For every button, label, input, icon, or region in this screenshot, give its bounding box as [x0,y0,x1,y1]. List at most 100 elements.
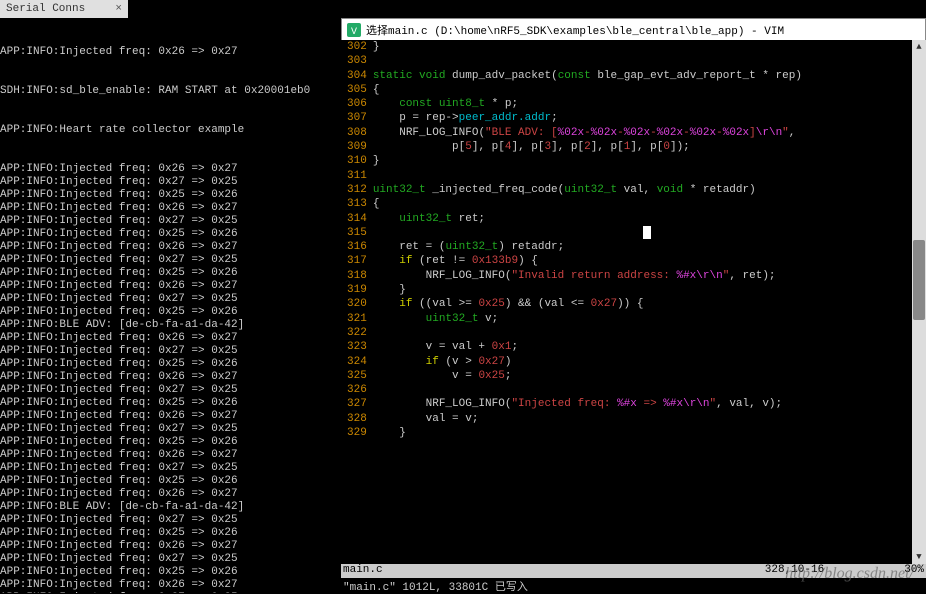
log-line: APP:INFO:Injected freq: 0x27 => 0x25 [0,384,341,397]
log-line: APP:INFO:Injected freq: 0x27 => 0x25 [0,215,341,228]
close-icon[interactable]: × [115,3,122,15]
line-number: 326 [347,383,367,397]
line-number: 303 [347,54,367,68]
code-line[interactable] [373,169,802,183]
vim-titlebar[interactable]: V 选择main.c (D:\home\nRF5_SDK\examples\bl… [341,18,926,40]
line-number: 302 [347,40,367,54]
code-line[interactable]: ret = (uint32_t) retaddr; [373,240,802,254]
code-content[interactable]: } static void dump_adv_packet(const ble_… [373,40,802,440]
code-line[interactable]: val = v; [373,412,802,426]
code-line[interactable] [373,226,802,240]
log-line: APP:INFO:Injected freq: 0x26 => 0x27 [0,488,341,501]
log-line: APP:INFO:Injected freq: 0x26 => 0x27 [0,280,341,293]
code-line[interactable]: if (v > 0x27) [373,355,802,369]
code-line[interactable]: { [373,197,802,211]
code-line[interactable]: { [373,83,802,97]
code-line[interactable] [373,383,802,397]
code-line[interactable] [373,54,802,68]
code-line[interactable]: v = 0x25; [373,369,802,383]
code-line[interactable]: NRF_LOG_INFO("Injected freq: %#x => %#x\… [373,397,802,411]
code-line[interactable]: v = val + 0x1; [373,340,802,354]
log-line: APP:INFO:Injected freq: 0x25 => 0x26 [0,436,341,449]
line-number: 314 [347,212,367,226]
log-line: APP:INFO:BLE ADV: [de-cb-fa-a1-da-42] [0,319,341,332]
code-line[interactable]: uint32_t _injected_freq_code(uint32_t va… [373,183,802,197]
scroll-up-icon[interactable]: ▲ [912,40,926,54]
tab-label: Serial Conns [6,3,85,15]
log-line: APP:INFO:Injected freq: 0x25 => 0x26 [0,475,341,488]
line-number: 317 [347,254,367,268]
line-number: 325 [347,369,367,383]
watermark-text: http://blog.csdn.net/ [785,565,914,583]
code-line[interactable]: } [373,154,802,168]
status-filename: main.c [343,564,383,578]
scroll-thumb[interactable] [913,240,925,320]
log-line: APP:INFO:Injected freq: 0x26 => 0x27 [0,449,341,462]
log-line: APP:INFO:Injected freq: 0x26 => 0x27 [0,163,341,176]
line-number: 309 [347,140,367,154]
code-line[interactable]: } [373,426,802,440]
code-line[interactable]: if (ret != 0x133b9) { [373,254,802,268]
line-number: 329 [347,426,367,440]
line-number: 323 [347,340,367,354]
log-line: APP:INFO:Injected freq: 0x26 => 0x27 [0,410,341,423]
line-number: 305 [347,83,367,97]
line-number: 316 [347,240,367,254]
code-line[interactable]: static void dump_adv_packet(const ble_ga… [373,69,802,83]
log-line: APP:INFO:Injected freq: 0x25 => 0x26 [0,306,341,319]
code-line[interactable]: const uint8_t * p; [373,97,802,111]
code-line[interactable]: } [373,283,802,297]
vim-title-text: 选择main.c (D:\home\nRF5_SDK\examples\ble_… [366,22,784,38]
code-line[interactable]: if ((val >= 0x25) && (val <= 0x27)) { [373,297,802,311]
line-number: 306 [347,97,367,111]
line-number: 308 [347,126,367,140]
log-line: APP:INFO:Injected freq: 0x26 => 0x27 [0,371,341,384]
log-line: APP:INFO:Injected freq: 0x26 => 0x27 [0,46,341,59]
line-number: 307 [347,111,367,125]
code-line[interactable]: NRF_LOG_INFO("BLE ADV: [%02x-%02x-%02x-%… [373,126,802,140]
log-line: APP:INFO:Injected freq: 0x25 => 0x26 [0,397,341,410]
terminal-tab[interactable]: Serial Conns × [0,0,128,18]
code-line[interactable] [373,326,802,340]
log-line: APP:INFO:Injected freq: 0x25 => 0x26 [0,358,341,371]
code-line[interactable]: p = rep->peer_addr.addr; [373,111,802,125]
line-number: 320 [347,297,367,311]
line-number: 327 [347,397,367,411]
log-line: APP:INFO:Injected freq: 0x27 => 0x25 [0,423,341,436]
log-line: APP:INFO:Injected freq: 0x25 => 0x26 [0,189,341,202]
line-number: 315 [347,226,367,240]
log-line: APP:INFO:Injected freq: 0x26 => 0x27 [0,332,341,345]
log-line: APP:INFO:Injected freq: 0x27 => 0x25 [0,462,341,475]
code-line[interactable]: NRF_LOG_INFO("Invalid return address: %#… [373,269,802,283]
line-number: 318 [347,269,367,283]
code-line[interactable]: p[5], p[4], p[3], p[2], p[1], p[0]); [373,140,802,154]
log-line: APP:INFO:Injected freq: 0x25 => 0x26 [0,566,341,579]
log-line: APP:INFO:Injected freq: 0x26 => 0x27 [0,241,341,254]
log-line: APP:INFO:Injected freq: 0x25 => 0x26 [0,228,341,241]
log-line: SDH:INFO:sd_ble_enable: RAM START at 0x2… [0,85,341,98]
code-editor[interactable]: 3023033043053063073083093103113123133143… [341,40,926,564]
log-line: APP:INFO:Injected freq: 0x27 => 0x25 [0,176,341,189]
log-line: APP:INFO:Injected freq: 0x25 => 0x26 [0,267,341,280]
vertical-scrollbar[interactable]: ▲ ▼ [912,40,926,564]
line-number: 313 [347,197,367,211]
line-number: 312 [347,183,367,197]
line-number: 319 [347,283,367,297]
log-line: APP:INFO:Injected freq: 0x26 => 0x27 [0,540,341,553]
line-number: 328 [347,412,367,426]
vim-icon: V [346,22,362,38]
line-number: 304 [347,69,367,83]
log-line: APP:INFO:Injected freq: 0x26 => 0x27 [0,202,341,215]
log-line: APP:INFO:Injected freq: 0x27 => 0x25 [0,553,341,566]
scroll-down-icon[interactable]: ▼ [912,550,926,564]
log-line: APP:INFO:Injected freq: 0x27 => 0x25 [0,293,341,306]
log-line: APP:INFO:Injected freq: 0x25 => 0x26 [0,527,341,540]
log-line: APP:INFO:Injected freq: 0x27 => 0x25 [0,254,341,267]
log-line: APP:INFO:Injected freq: 0x26 => 0x27 [0,579,341,592]
code-line[interactable]: } [373,40,802,54]
line-number-gutter: 3023033043053063073083093103113123133143… [341,40,373,440]
terminal-output[interactable]: APP:INFO:Injected freq: 0x26 => 0x27 SDH… [0,18,341,593]
code-line[interactable]: uint32_t ret; [373,212,802,226]
log-line: APP:INFO:BLE ADV: [de-cb-fa-a1-da-42] [0,501,341,514]
code-line[interactable]: uint32_t v; [373,312,802,326]
